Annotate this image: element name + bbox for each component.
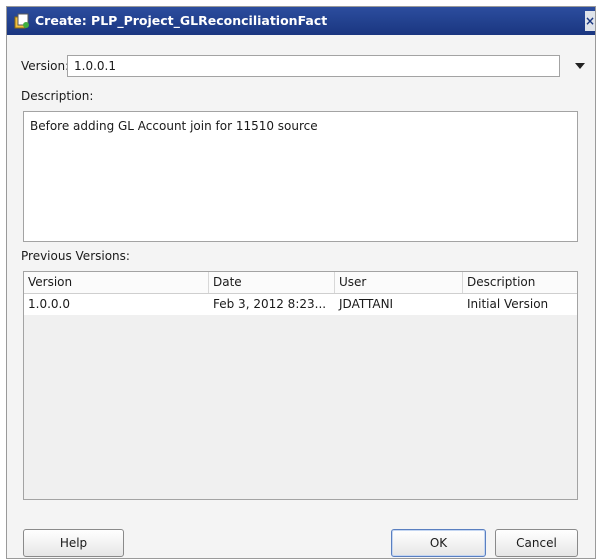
previous-versions-label: Previous Versions: (21, 249, 130, 263)
dialog-title: Create: PLP_Project_GLReconciliationFact (35, 13, 328, 28)
title-bar[interactable]: Create: PLP_Project_GLReconciliationFact… (7, 7, 595, 35)
cell-version: 1.0.0.0 (28, 297, 70, 311)
table-header: Version Date User Description (24, 272, 577, 294)
previous-versions-table: Version Date User Description 1.0.0.0 Fe… (23, 271, 578, 500)
help-button[interactable]: Help (23, 529, 124, 557)
ok-button[interactable]: OK (391, 529, 486, 557)
cell-user: JDATTANI (339, 297, 394, 311)
triangle-down-icon[interactable] (573, 60, 587, 72)
cell-description: Initial Version (467, 297, 549, 311)
description-textarea[interactable]: Before adding GL Account join for 11510 … (23, 111, 578, 242)
create-version-icon (14, 13, 29, 29)
version-field[interactable]: 1.0.0.1 (67, 55, 560, 77)
version-label: Version: (21, 59, 70, 73)
table-row[interactable]: 1.0.0.0 Feb 3, 2012 8:23... JDATTANI Ini… (24, 294, 577, 315)
column-header-user[interactable]: User (335, 272, 463, 293)
cancel-button[interactable]: Cancel (495, 529, 578, 557)
column-header-date[interactable]: Date (209, 272, 335, 293)
column-header-version[interactable]: Version (24, 272, 209, 293)
column-header-description[interactable]: Description (463, 272, 577, 293)
cell-date: Feb 3, 2012 8:23... (213, 297, 327, 311)
description-label: Description: (21, 89, 94, 103)
close-button[interactable]: × (585, 11, 595, 31)
create-version-dialog: Create: PLP_Project_GLReconciliationFact… (6, 6, 596, 559)
